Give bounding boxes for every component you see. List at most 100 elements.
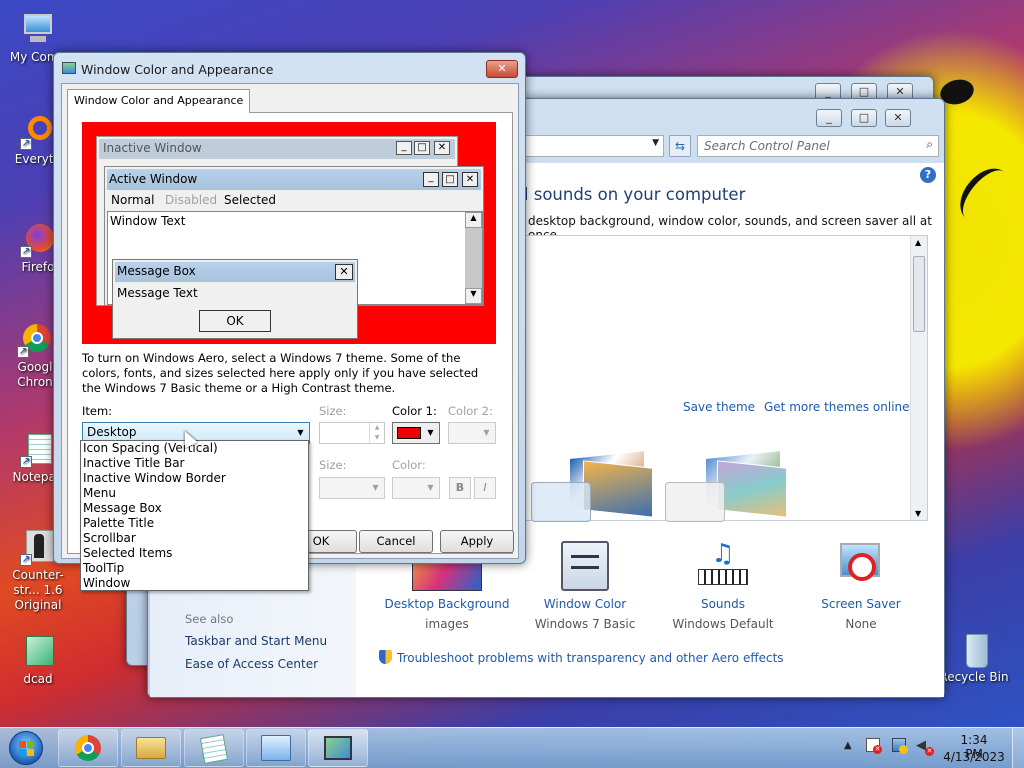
screen-saver-icon bbox=[838, 541, 884, 591]
theme-thumbnail-1[interactable] bbox=[531, 450, 657, 522]
sounds-icon: ♫ bbox=[698, 541, 748, 591]
active-close-icon: ✕ bbox=[462, 172, 478, 187]
help-icon[interactable]: ? bbox=[920, 167, 936, 183]
recycle-bin-icon bbox=[956, 632, 992, 668]
menu-normal: Normal bbox=[111, 193, 155, 207]
appearance-preview: Inactive Window _ □ ✕ Active Window _ □ … bbox=[82, 122, 496, 344]
theme-thumbnail-2[interactable] bbox=[665, 450, 791, 522]
taskbar-window-color[interactable] bbox=[308, 729, 368, 767]
msgbox-close-icon: ✕ bbox=[335, 264, 353, 280]
start-button[interactable] bbox=[6, 729, 46, 767]
chevron-down-icon: ▼ bbox=[427, 483, 434, 492]
chevron-down-icon: ▼ bbox=[483, 428, 490, 437]
search-input[interactable]: Search Control Panel ⌕ bbox=[697, 135, 939, 157]
clock-date[interactable]: 4/13/2023 bbox=[943, 750, 1005, 764]
volume-icon[interactable]: ◀ ✕ bbox=[916, 738, 934, 756]
menu-disabled: Disabled bbox=[165, 193, 218, 207]
shield-icon bbox=[379, 650, 392, 664]
active-maximize-icon: □ bbox=[442, 172, 458, 187]
dropdown-option[interactable]: ToolTip bbox=[83, 561, 306, 576]
inactive-minimize-icon: _ bbox=[396, 141, 412, 155]
save-theme-link[interactable]: Save theme bbox=[683, 400, 755, 414]
show-desktop-button[interactable] bbox=[1012, 728, 1024, 768]
dialog-title: Window Color and Appearance bbox=[81, 62, 274, 77]
chevron-down-icon: ▼ bbox=[372, 483, 379, 492]
chevron-down-icon: ▼ bbox=[427, 428, 434, 437]
window-color-item[interactable]: Window Color Windows 7 Basic bbox=[520, 541, 650, 631]
chevron-down-icon[interactable]: ▼ bbox=[652, 138, 659, 148]
close-button[interactable]: ✕ bbox=[885, 109, 911, 127]
control-panel-icon bbox=[261, 735, 291, 761]
ease-of-access-link[interactable]: Ease of Access Center bbox=[185, 657, 318, 671]
notepad-icon bbox=[199, 734, 229, 764]
dropdown-option[interactable]: Selected Items bbox=[83, 546, 306, 561]
color1-picker[interactable]: ▼ bbox=[392, 422, 440, 444]
item-label: Item: bbox=[82, 404, 113, 418]
tab-window-color[interactable]: Window Color and Appearance bbox=[67, 89, 251, 113]
taskbar-explorer[interactable] bbox=[121, 729, 181, 767]
tray-show-hidden-icon[interactable]: ▲ bbox=[844, 740, 852, 751]
active-minimize-icon: _ bbox=[423, 172, 439, 187]
get-more-themes-link[interactable]: Get more themes online bbox=[764, 400, 910, 414]
start-orb-icon bbox=[9, 731, 43, 765]
cancel-button[interactable]: Cancel bbox=[359, 530, 433, 553]
color1-label: Color 1: bbox=[392, 404, 437, 418]
window-color-icon bbox=[561, 541, 609, 591]
dropdown-option[interactable]: Menu bbox=[83, 486, 306, 501]
taskbar-notepad[interactable] bbox=[184, 729, 244, 767]
refresh-button[interactable]: ⇆ bbox=[669, 135, 691, 157]
dropdown-option[interactable]: Inactive Window Border bbox=[83, 471, 306, 486]
maximize-button[interactable]: □ bbox=[851, 109, 877, 127]
taskbar-start-menu-link[interactable]: Taskbar and Start Menu bbox=[185, 634, 327, 648]
minimize-button[interactable]: _ bbox=[816, 109, 842, 127]
message-box-preview: Message Box ✕ Message Text OK bbox=[112, 259, 358, 339]
msgbox-title-bar: Message Box bbox=[115, 262, 355, 282]
wallpaper-smile bbox=[950, 159, 1020, 231]
screen-saver-item[interactable]: Screen Saver None bbox=[796, 541, 926, 631]
action-center-icon[interactable]: ✕ bbox=[866, 738, 882, 754]
font-color-label: Color: bbox=[392, 458, 426, 472]
bold-button[interactable]: B bbox=[449, 477, 471, 499]
close-button[interactable]: ✕ bbox=[486, 60, 518, 78]
see-also-heading: See also bbox=[185, 612, 234, 626]
chrome-icon bbox=[75, 735, 101, 761]
size-spinner[interactable]: ▲ ▼ bbox=[319, 422, 385, 444]
search-icon: ↗ bbox=[20, 114, 56, 150]
troubleshoot-link[interactable]: Troubleshoot problems with transparency … bbox=[379, 650, 784, 665]
font-size-label: Size: bbox=[319, 458, 347, 472]
chrome-icon: ↗ bbox=[17, 322, 53, 358]
desktop-icon-recycle-bin[interactable]: Recycle Bin bbox=[938, 632, 1010, 685]
dropdown-option[interactable]: Message Box bbox=[83, 501, 306, 516]
dropdown-option[interactable]: Palette Title bbox=[83, 516, 306, 531]
preview-scrollbar: ▲ ▼ bbox=[465, 212, 482, 304]
color2-label: Color 2: bbox=[448, 404, 493, 418]
network-icon[interactable] bbox=[892, 738, 908, 754]
dropdown-option[interactable]: Inactive Title Bar bbox=[83, 456, 306, 471]
msgbox-text: Message Text bbox=[117, 286, 198, 300]
notepad-icon: ↗ bbox=[20, 432, 56, 468]
color2-picker[interactable]: ▼ bbox=[448, 422, 496, 444]
apply-button[interactable]: Apply bbox=[440, 530, 514, 553]
dropdown-option[interactable]: Window bbox=[83, 576, 306, 591]
font-color-picker[interactable]: ▼ bbox=[392, 477, 440, 499]
dialog-app-icon bbox=[62, 62, 76, 74]
dropdown-option[interactable]: Scrollbar bbox=[83, 531, 306, 546]
search-icon: ⌕ bbox=[926, 137, 933, 151]
theme-list: ▲ ▼ Save theme Get more themes online bbox=[522, 235, 928, 522]
dcad-icon bbox=[20, 634, 56, 670]
theme-scrollbar[interactable]: ▲ ▼ bbox=[910, 236, 927, 520]
msgbox-ok-button: OK bbox=[199, 310, 271, 332]
italic-button[interactable]: I bbox=[474, 477, 496, 499]
computer-icon bbox=[20, 12, 56, 48]
taskbar-control-panel[interactable] bbox=[246, 729, 306, 767]
aero-info-text: To turn on Windows Aero, select a Window… bbox=[82, 351, 479, 395]
sounds-item[interactable]: ♫ Sounds Windows Default bbox=[658, 541, 788, 631]
color1-swatch bbox=[397, 427, 421, 439]
font-size-dropdown[interactable]: ▼ bbox=[319, 477, 385, 499]
menu-selected: Selected bbox=[224, 193, 277, 207]
desktop-icon-dcad[interactable]: dcad bbox=[2, 634, 74, 687]
explorer-icon bbox=[136, 737, 166, 759]
taskbar-chrome[interactable] bbox=[58, 729, 118, 767]
counter-strike-icon: ↗ bbox=[20, 530, 56, 566]
inactive-close-icon: ✕ bbox=[434, 141, 450, 155]
